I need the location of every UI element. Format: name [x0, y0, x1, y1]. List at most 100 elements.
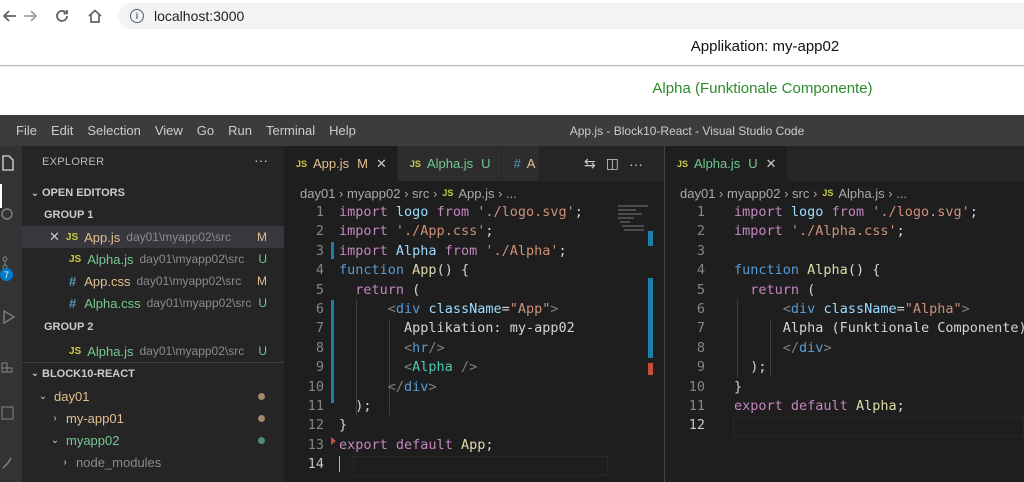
more-actions-icon[interactable]: ··· [254, 152, 268, 168]
crumb-symbols[interactable]: ... [896, 186, 907, 201]
crumb-myapp02[interactable]: myapp02 [727, 186, 780, 201]
chevron-right-icon: › [715, 185, 727, 201]
info-icon[interactable]: i [130, 9, 144, 23]
open-editor-alpha-css[interactable]: # Alpha.css day01\myapp02\src U [22, 292, 284, 314]
line-number: 8 [315, 339, 324, 356]
code-text: import Alpha from './Alpha'; [339, 242, 567, 259]
breadcrumb-right: day01 › myapp02 › src › JS Alpha.js › ..… [680, 182, 907, 204]
crumb-day01[interactable]: day01 [680, 186, 715, 201]
code-text: ); [734, 359, 767, 376]
close-icon[interactable]: ✕ [49, 229, 60, 245]
close-icon[interactable]: ✕ [766, 156, 777, 172]
code-line: 1 import logo from './logo.svg'; [284, 203, 608, 222]
code-text: import './Alpha.css'; [734, 223, 905, 240]
home-button[interactable] [81, 2, 109, 30]
file-path: day01\myapp02\src [139, 344, 245, 358]
chevron-down-icon: ⌄ [38, 390, 48, 402]
close-icon[interactable]: ✕ [376, 156, 387, 172]
minimap-line [618, 209, 636, 211]
code-line: 9 ); [665, 358, 1024, 377]
tab-alpha-js[interactable]: JS Alpha.js U [397, 146, 502, 181]
workspace-section[interactable]: ⌄ BLOCK10-REACT [22, 362, 284, 384]
code-line: 2 import './App.css'; [284, 222, 608, 241]
js-file-icon: JS [69, 253, 82, 265]
crumb-src[interactable]: src [792, 186, 809, 201]
crumb-file[interactable]: App.js [458, 186, 494, 201]
window-title: App.js - Block10-React - Visual Studio C… [569, 123, 805, 138]
more-actions-icon[interactable]: ··· [629, 156, 643, 172]
minimap-line [624, 229, 644, 231]
crumb-myapp02[interactable]: myapp02 [347, 186, 400, 201]
open-editor-alpha-js-group2[interactable]: JS Alpha.js day01\myapp02\src U [22, 340, 284, 362]
line-number: 11 [307, 397, 324, 414]
chevron-down-icon: ⌄ [30, 368, 40, 379]
line-number: 3 [696, 242, 705, 259]
code-line: 7 Alpha (Funktionale Componente) [665, 319, 1024, 338]
right-tab-bar: JS Alpha.js U ✕ [665, 146, 1024, 181]
tab-alpha-js-right[interactable]: JS Alpha.js U ✕ [665, 146, 788, 181]
file-name: App.css [84, 273, 131, 289]
code-text [339, 455, 349, 474]
line-number: 6 [696, 300, 705, 317]
open-editor-app-css[interactable]: # App.css day01\myapp02\src M [22, 270, 284, 292]
split-editor-icon[interactable]: ◫ [606, 155, 619, 172]
code-line: 3 [665, 242, 1024, 261]
code-line: 9 <Alpha /> [284, 358, 608, 377]
reload-button[interactable] [48, 2, 76, 30]
tree-folder-myapp02[interactable]: ⌄ myapp02 [22, 429, 284, 451]
accounts-icon[interactable] [0, 452, 22, 474]
left-code-editor[interactable]: 1 import logo from './logo.svg'; 2 import … [284, 203, 608, 474]
open-editor-app-js[interactable]: ✕ JS App.js day01\myapp02\src M [22, 226, 284, 248]
line-number: 2 [696, 223, 705, 240]
line-number: 5 [315, 281, 324, 298]
code-line: 3 import Alpha from './Alpha'; [284, 242, 608, 261]
crumb-symbols[interactable]: ... [506, 186, 517, 201]
forward-button[interactable] [16, 2, 44, 30]
code-text: function Alpha() { [734, 262, 881, 279]
crumb-file[interactable]: Alpha.js [838, 186, 884, 201]
folder-name: my-app01 [66, 410, 124, 426]
open-editors-section[interactable]: ⌄ OPEN EDITORS [22, 182, 284, 204]
scm-badge: 7 [0, 268, 13, 281]
code-line: 11 ); [284, 397, 608, 416]
tree-folder-my-app01[interactable]: › my-app01 [22, 407, 284, 429]
group2-label: GROUP 2 [22, 316, 284, 338]
tab-app-js[interactable]: JS App.js M ✕ [284, 146, 398, 181]
extensions-icon[interactable] [0, 354, 22, 376]
address-bar[interactable]: i localhost:3000 [118, 3, 1024, 29]
minimap[interactable] [608, 203, 654, 482]
code-line: 12} [284, 416, 608, 435]
line-number: 9 [315, 359, 324, 376]
chevron-down-icon: ⌄ [50, 434, 60, 446]
code-text: Applikation: my-app02 [404, 320, 575, 337]
right-code-editor[interactable]: 1 import logo from './logo.svg'; 2 import … [665, 203, 1024, 436]
scroll-marker [648, 363, 653, 375]
tab-status: M [357, 156, 368, 171]
tree-folder-day01[interactable]: ⌄ day01 [22, 385, 284, 407]
app-page: Applikation: my-app02 Alpha (Funktionale… [0, 33, 1024, 115]
line-number: 6 [315, 300, 324, 317]
line-number: 11 [688, 397, 705, 414]
line-number: 4 [315, 262, 324, 279]
home-icon [88, 9, 102, 23]
chevron-right-icon: › [780, 185, 793, 201]
code-line: 10 </div> [284, 378, 608, 397]
code-line: 6 <div className="App"> [284, 300, 608, 319]
chevron-right-icon: › [63, 456, 67, 468]
scroll-marker [648, 278, 653, 358]
line-number: 2 [315, 223, 324, 240]
crumb-src[interactable]: src [412, 186, 429, 201]
run-debug-icon[interactable] [0, 306, 22, 328]
breadcrumb-left: day01 › myapp02 › src › JS App.js › ... [300, 182, 517, 204]
tree-folder-node-modules[interactable]: › node_modules [22, 451, 284, 473]
open-changes-icon[interactable]: ⇆ [584, 155, 596, 172]
js-file-icon: JS [409, 158, 421, 169]
tab-app-css[interactable]: # A [501, 146, 541, 181]
open-editor-alpha-js[interactable]: JS Alpha.js day01\myapp02\src U [22, 248, 284, 270]
chevron-down-icon: ⌄ [30, 187, 40, 199]
crumb-day01[interactable]: day01 [300, 186, 335, 201]
explorer-icon[interactable] [0, 152, 22, 174]
code-line: 12 [665, 416, 1024, 435]
search-icon[interactable] [0, 204, 22, 226]
remote-explorer-icon[interactable] [0, 402, 22, 424]
